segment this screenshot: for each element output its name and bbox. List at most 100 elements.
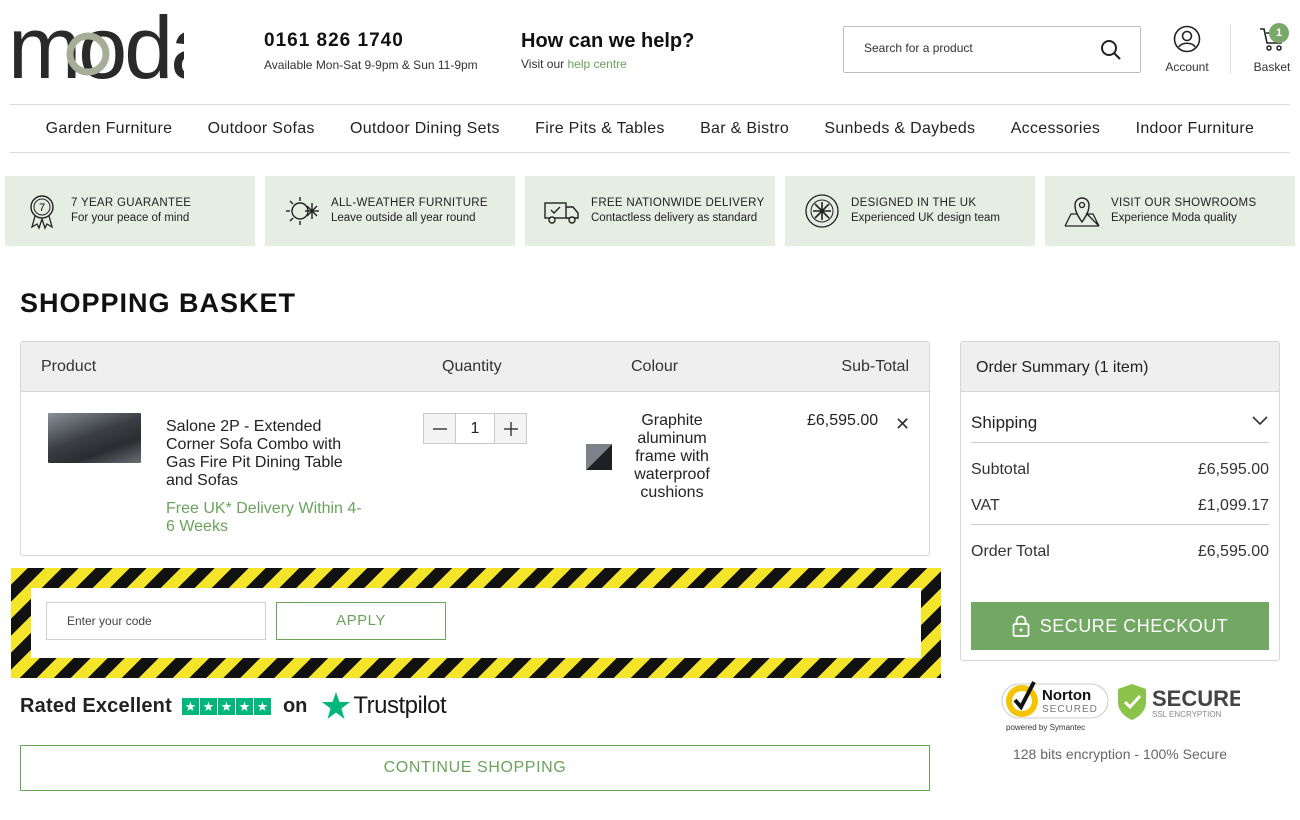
user-icon bbox=[1173, 25, 1201, 53]
rating-on-text: on bbox=[282, 694, 308, 717]
usp-showrooms[interactable]: Visit our Showrooms Experience Moda quali… bbox=[1045, 176, 1295, 246]
usp-subtitle: Contactless delivery as standard bbox=[591, 212, 758, 224]
usp-subtitle: Leave outside all year round bbox=[331, 212, 476, 224]
sun-snowflake-icon bbox=[286, 197, 319, 225]
increase-quantity-button[interactable] bbox=[495, 414, 526, 443]
usp-title: All-Weather Furniture bbox=[331, 197, 488, 209]
trustpilot-wordmark: Trustpilot bbox=[353, 692, 447, 719]
star-icon: ★ bbox=[181, 697, 199, 715]
usp-subtitle: Experience Moda quality bbox=[1111, 212, 1237, 224]
quantity-value[interactable]: 1 bbox=[455, 414, 495, 443]
guarantee-medal-icon: 7 bbox=[30, 195, 54, 230]
nav-indoor-furniture[interactable]: Indoor Furniture bbox=[1136, 120, 1255, 138]
phone-number[interactable]: 0161 826 1740 bbox=[264, 30, 478, 52]
secure-title: SECURE bbox=[1152, 686, 1240, 711]
usp-subtitle: For your peace of mind bbox=[71, 212, 190, 224]
svg-text:7: 7 bbox=[39, 202, 45, 214]
vat-row: VAT £1,099.17 bbox=[971, 497, 1269, 525]
usp-delivery[interactable]: Free Nationwide Delivery Contactless deli… bbox=[525, 176, 775, 246]
subtotal-label: Subtotal bbox=[971, 461, 1030, 478]
search-icon[interactable] bbox=[1100, 39, 1122, 61]
nav-accessories[interactable]: Accessories bbox=[1011, 120, 1101, 138]
help-title: How can we help? bbox=[521, 30, 695, 52]
trustpilot-stars: ★ ★ ★ ★ ★ bbox=[181, 697, 271, 715]
usp-guarantee[interactable]: 7 7 Year Guarantee For your peace of mind bbox=[5, 176, 255, 246]
usp-title: Designed in the UK bbox=[851, 197, 977, 209]
star-icon: ★ bbox=[235, 697, 253, 715]
delivery-note: Free UK* Delivery Within 4-6 Weeks bbox=[166, 500, 362, 535]
norton-title: Norton bbox=[1042, 687, 1091, 704]
colour-swatch bbox=[586, 444, 612, 470]
chevron-down-icon bbox=[1252, 416, 1268, 426]
nav-garden-furniture[interactable]: Garden Furniture bbox=[46, 120, 173, 138]
summary-title: Order Summary (1 item) bbox=[961, 342, 1279, 392]
account-button[interactable]: Account bbox=[1160, 25, 1214, 74]
phone-block: 0161 826 1740 Available Mon-Sat 9-9pm & … bbox=[264, 30, 478, 72]
coupon-section: APPLY bbox=[11, 568, 941, 678]
vat-value: £1,099.17 bbox=[1197, 497, 1269, 514]
ssl-secure-badge: SECURE SSL ENCRYPTION bbox=[1118, 684, 1240, 720]
product-image[interactable] bbox=[48, 413, 141, 463]
main-nav: Garden Furniture Outdoor Sofas Outdoor D… bbox=[10, 104, 1290, 153]
product-name[interactable]: Salone 2P - Extended Corner Sofa Combo w… bbox=[166, 418, 366, 490]
nav-outdoor-sofas[interactable]: Outdoor Sofas bbox=[208, 120, 315, 138]
norton-powered: powered by Symantec bbox=[1006, 723, 1085, 732]
account-label: Account bbox=[1165, 60, 1209, 74]
moda-logo[interactable]: moda bbox=[8, 6, 184, 96]
basket-count-badge: 1 bbox=[1269, 23, 1289, 43]
star-icon: ★ bbox=[199, 697, 217, 715]
shipping-toggle[interactable]: Shipping bbox=[971, 413, 1269, 443]
opening-hours: Available Mon-Sat 9-9pm & Sun 11-9pm bbox=[264, 58, 478, 72]
usp-title: Free Nationwide Delivery bbox=[591, 197, 765, 209]
coupon-code-input[interactable] bbox=[46, 602, 266, 640]
nav-fire-pits-tables[interactable]: Fire Pits & Tables bbox=[535, 120, 665, 138]
trustpilot-rating[interactable]: Rated Excellent ★ ★ ★ ★ ★ on Trustpilot bbox=[20, 690, 447, 722]
header-subtotal: Sub-Total bbox=[841, 358, 909, 375]
order-total-row: Order Total £6,595.00 bbox=[971, 543, 1269, 561]
decrease-quantity-button[interactable] bbox=[424, 414, 455, 443]
header-product: Product bbox=[41, 358, 97, 375]
help-centre-link[interactable]: help centre bbox=[567, 57, 626, 71]
checkout-label: SECURE CHECKOUT bbox=[1039, 615, 1229, 636]
colour-description: Graphite aluminum frame with waterproof … bbox=[634, 412, 710, 501]
apply-coupon-button[interactable]: APPLY bbox=[276, 602, 446, 640]
order-total-value: £6,595.00 bbox=[1197, 543, 1269, 560]
usp-designed-uk[interactable]: Designed in the UK Experienced UK design … bbox=[785, 176, 1035, 246]
continue-shopping-button[interactable]: CONTINUE SHOPPING bbox=[20, 745, 930, 791]
header-quantity: Quantity bbox=[442, 358, 502, 375]
star-icon: ★ bbox=[253, 697, 271, 715]
close-icon: ✕ bbox=[895, 414, 911, 434]
search-box bbox=[843, 26, 1141, 73]
usp-title: 7 Year Guarantee bbox=[71, 197, 192, 209]
subtotal-value: £6,595.00 bbox=[1197, 461, 1269, 478]
basket-label: Basket bbox=[1253, 60, 1291, 74]
map-pin-icon bbox=[1064, 197, 1100, 227]
order-total-label: Order Total bbox=[971, 543, 1050, 560]
subtotal-row: Subtotal £6,595.00 bbox=[971, 461, 1269, 479]
security-badges: Norton SECURED powered by Symantec SECUR… bbox=[1001, 681, 1240, 732]
nav-outdoor-dining-sets[interactable]: Outdoor Dining Sets bbox=[350, 120, 500, 138]
secure-checkout-button[interactable]: SECURE CHECKOUT bbox=[971, 602, 1269, 650]
usp-all-weather[interactable]: All-Weather Furniture Leave outside all y… bbox=[265, 176, 515, 246]
uk-flag-seal-icon bbox=[805, 194, 839, 228]
header-divider bbox=[1230, 24, 1231, 74]
basket-button[interactable]: 1 Basket bbox=[1248, 23, 1296, 74]
order-summary: Order Summary (1 item) Shipping Subtotal… bbox=[960, 341, 1280, 661]
basket-table: Product Quantity Colour Sub-Total Salone… bbox=[20, 341, 930, 556]
help-prefix: Visit our bbox=[521, 57, 568, 71]
nav-sunbeds-daybeds[interactable]: Sunbeds & Daybeds bbox=[824, 120, 975, 138]
help-block: How can we help? Visit our help centre bbox=[521, 30, 694, 71]
logo-text: moda bbox=[8, 6, 184, 96]
table-header: Product Quantity Colour Sub-Total bbox=[21, 342, 929, 392]
usp-title: Visit our Showrooms bbox=[1111, 197, 1257, 209]
remove-item-button[interactable]: ✕ bbox=[895, 414, 910, 435]
secure-sub: SSL ENCRYPTION bbox=[1152, 710, 1222, 719]
nav-bar-bistro[interactable]: Bar & Bistro bbox=[700, 120, 789, 138]
shipping-label: Shipping bbox=[971, 413, 1038, 432]
search-input[interactable] bbox=[864, 41, 1094, 55]
quantity-stepper: 1 bbox=[423, 413, 527, 444]
minus-icon bbox=[432, 427, 447, 430]
star-icon: ★ bbox=[217, 697, 235, 715]
lock-icon bbox=[1012, 615, 1030, 637]
page-title: SHOPPING BASKET bbox=[20, 288, 297, 318]
